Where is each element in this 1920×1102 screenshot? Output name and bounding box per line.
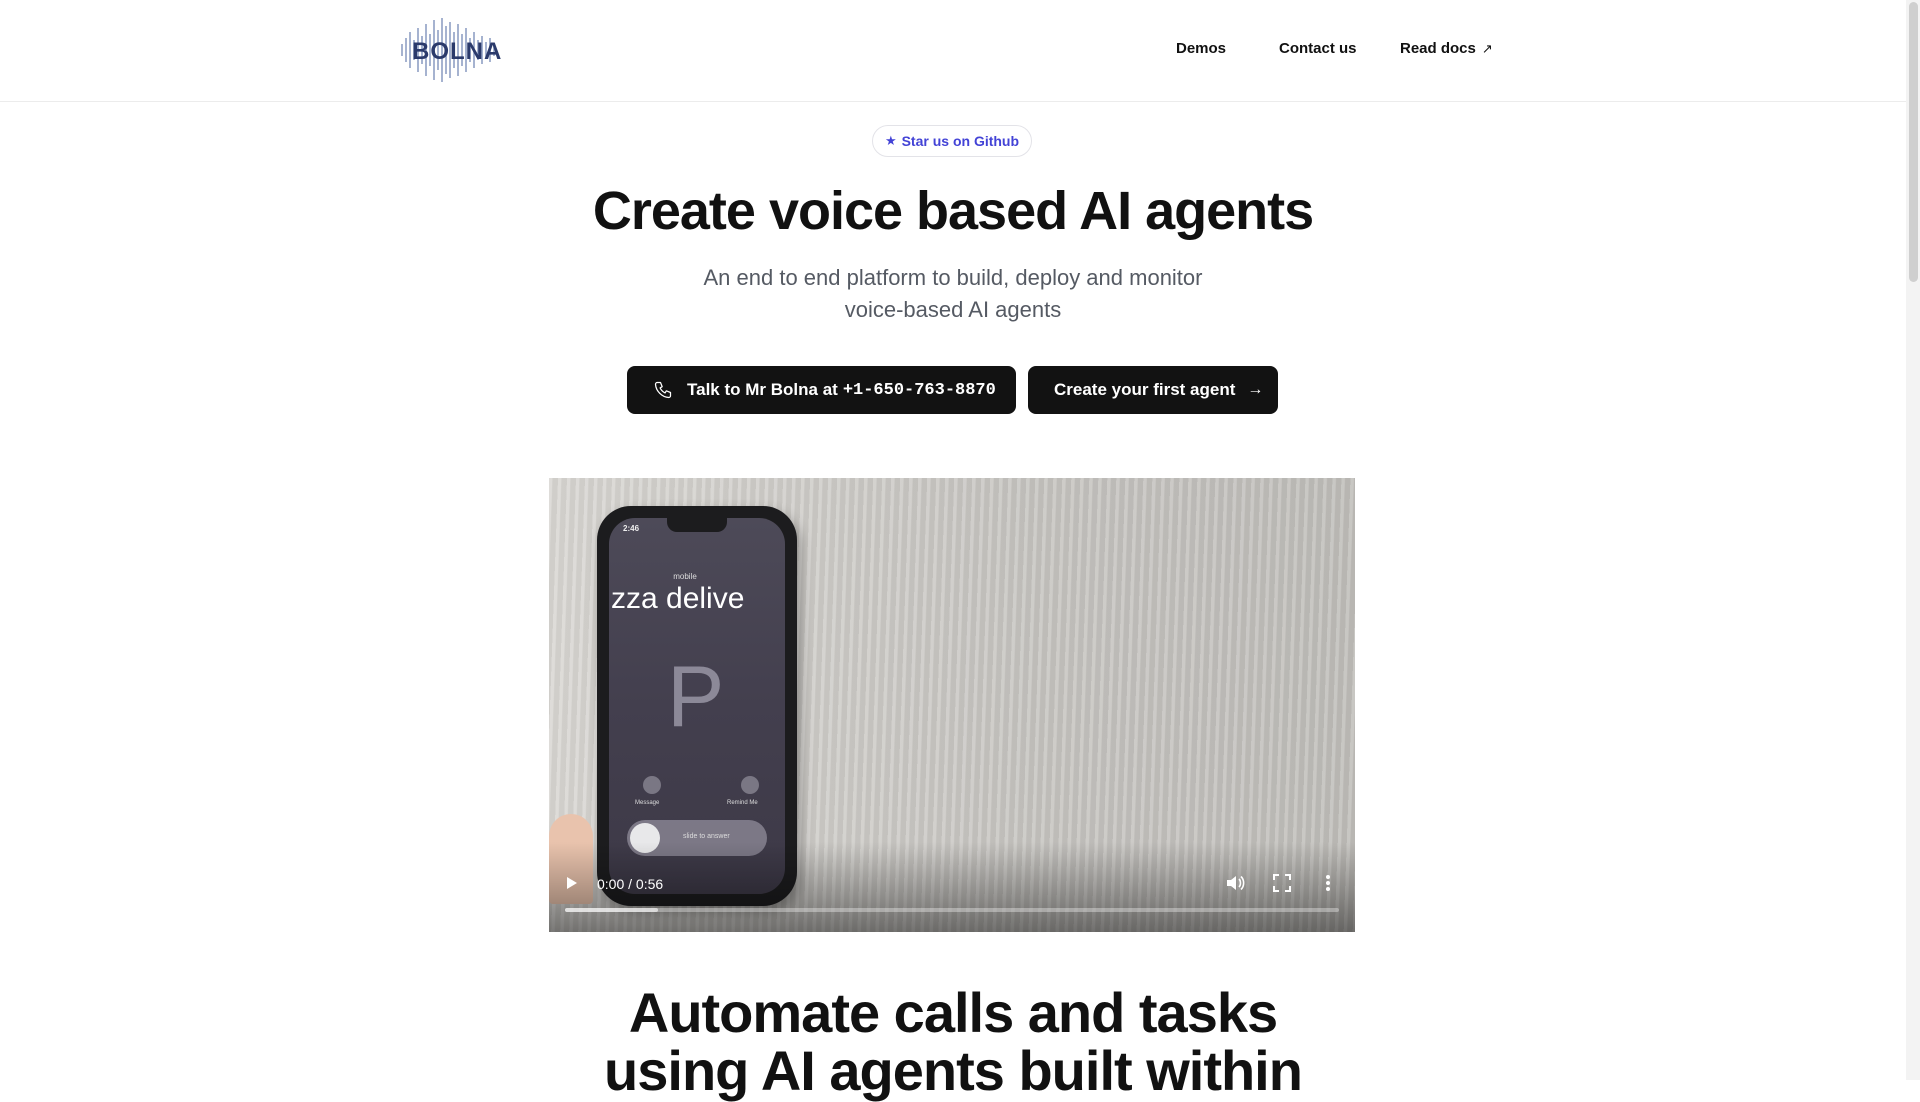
nav-contact-us[interactable]: Contact us — [1279, 40, 1357, 57]
play-icon[interactable] — [567, 877, 577, 889]
star-icon: ★ — [884, 133, 897, 148]
phone-message-label: Message — [635, 800, 660, 806]
video-buffered-bar — [565, 908, 658, 912]
hero-title: Create voice based AI agents — [592, 181, 1314, 241]
scrollbar-thumb[interactable] — [1909, 2, 1918, 282]
video-time: 0:00 / 0:56 — [597, 876, 664, 892]
phone-number: +1-650-763-8870 — [842, 380, 996, 400]
phone-notch — [667, 518, 727, 532]
nav-demos[interactable]: Demos — [1176, 40, 1226, 57]
section-title: Automate calls and tasks using AI agents… — [0, 984, 1906, 1100]
hero-subtitle: An end to end platform to build, deploy … — [653, 262, 1253, 326]
logo-wordmark: BOLNA — [412, 38, 503, 65]
bolna-logo[interactable]: BOLNA — [398, 18, 503, 82]
section-title-line1: Automate calls and tasks — [628, 981, 1278, 1044]
remind-me-icon — [741, 776, 759, 794]
phone-caller-type: mobile — [673, 572, 697, 581]
phone-icon — [654, 381, 672, 399]
volume-icon[interactable] — [1225, 874, 1245, 892]
phone-remind-label: Remind Me — [727, 800, 758, 806]
section-title-line2: using AI agents built within — [604, 1039, 1303, 1102]
create-first-agent-button[interactable]: Create your first agent → — [1028, 366, 1278, 414]
talk-to-bolna-button[interactable]: Talk to Mr Bolna at +1-650-763-8870 — [627, 366, 1016, 414]
create-first-agent-label: Create your first agent — [1054, 380, 1236, 399]
github-star-badge[interactable]: ★ Star us on Github — [872, 125, 1032, 157]
slide-to-answer-label: slide to answer — [683, 833, 730, 840]
arrow-right-icon: → — [1247, 381, 1264, 398]
phone-status-time: 2:46 — [623, 524, 640, 533]
demo-video[interactable]: 2:46 mobile zza delive P Message Remind … — [549, 478, 1355, 932]
video-progress-bar[interactable] — [565, 908, 1339, 912]
more-options-icon[interactable] — [1325, 874, 1331, 892]
site-header: BOLNA Demos Contact us Read docs ↗ — [0, 0, 1906, 102]
external-link-icon: ↗ — [1481, 41, 1493, 56]
fullscreen-icon[interactable] — [1273, 874, 1291, 892]
phone-caller-name: zza delive — [611, 582, 745, 615]
phone-screen: 2:46 mobile zza delive P Message Remind … — [609, 518, 785, 894]
message-icon — [643, 776, 661, 794]
phone-caller-initial: P — [667, 649, 725, 745]
hero-subtitle-line1: An end to end platform to build, deploy … — [703, 265, 1203, 290]
nav-read-docs[interactable]: Read docs ↗ — [1400, 40, 1493, 57]
talk-to-bolna-label: Talk to Mr Bolna at — [687, 380, 838, 399]
nav-read-docs-label: Read docs — [1400, 40, 1476, 57]
github-star-label: Star us on Github — [901, 133, 1020, 149]
hero-subtitle-line2: voice-based AI agents — [844, 297, 1062, 322]
